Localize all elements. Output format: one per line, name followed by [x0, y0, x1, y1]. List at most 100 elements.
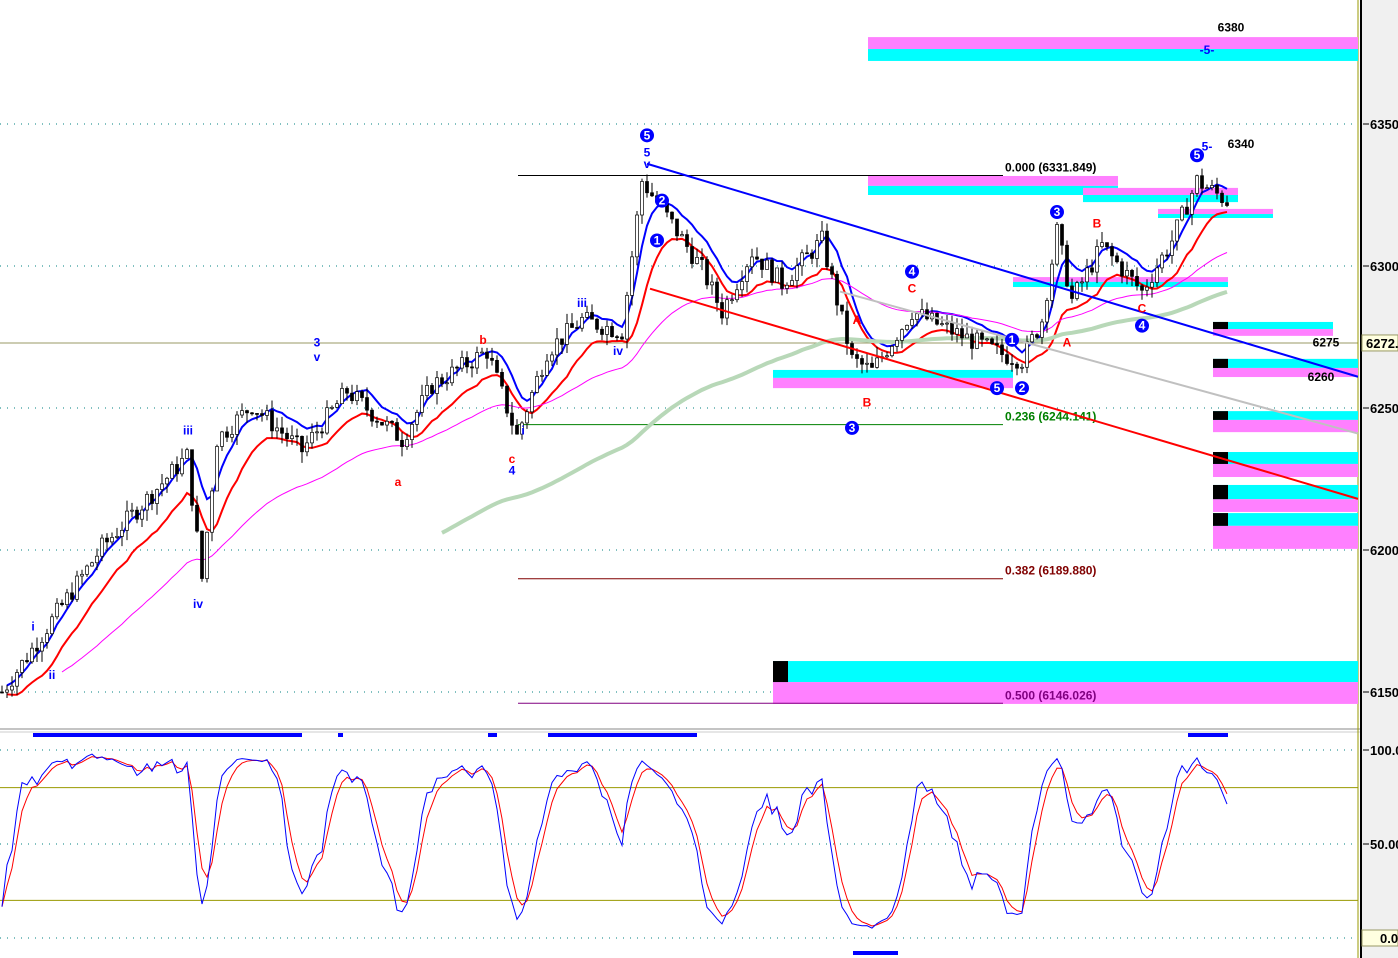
candle-body — [420, 395, 424, 413]
candle-body — [60, 602, 64, 605]
candle-body — [845, 310, 849, 344]
candle-body — [840, 304, 844, 312]
candle-body — [235, 414, 239, 435]
candle-body — [710, 281, 714, 286]
candle-body — [155, 489, 159, 504]
candle-body — [285, 432, 289, 439]
wave-label: iii — [183, 424, 193, 438]
candle-body — [55, 602, 59, 618]
wave-label: 5 — [1194, 148, 1201, 162]
candle-body — [605, 326, 609, 335]
candle-body — [1130, 270, 1134, 277]
wave-label: a — [395, 475, 402, 489]
candle-body — [1090, 267, 1094, 273]
candle-body — [530, 392, 534, 413]
wave-label: 5 — [994, 381, 1001, 395]
candle-body — [295, 435, 299, 438]
candle-body — [1005, 354, 1009, 364]
candle-body — [965, 333, 969, 339]
zone-band — [1013, 277, 1228, 282]
candle-body — [780, 267, 784, 289]
candle-body — [340, 388, 344, 405]
candle-body — [1170, 240, 1174, 256]
candle-body — [100, 537, 104, 557]
wave-label: C — [908, 282, 917, 296]
candle-body — [1180, 206, 1184, 221]
candle-body — [410, 423, 414, 440]
candle-body — [380, 421, 384, 426]
stoch-tick-label: 100.0 — [1370, 743, 1398, 758]
candle-body — [860, 358, 864, 365]
candle-body — [395, 422, 399, 441]
candle-body — [1015, 363, 1019, 369]
candle-body — [750, 256, 754, 268]
wave-label: A — [1063, 336, 1072, 350]
candle-body — [160, 483, 164, 490]
candle-body — [500, 372, 504, 387]
candle-body — [975, 332, 979, 349]
zone-block — [1213, 513, 1228, 526]
candle-body — [1140, 285, 1144, 291]
candle-body — [1220, 192, 1224, 203]
candle-body — [915, 313, 919, 320]
candle-body — [115, 536, 119, 538]
candle-body — [545, 360, 549, 376]
wave-label: 6340 — [1228, 137, 1255, 151]
candle-body — [425, 385, 429, 396]
candle-body — [630, 256, 634, 296]
candle-body — [1175, 219, 1179, 242]
candle-body — [460, 357, 464, 369]
candle-body — [1165, 254, 1169, 257]
wave-label: 5 — [644, 128, 651, 142]
candle-body — [505, 385, 509, 414]
candle-body — [45, 633, 49, 643]
zone-band — [773, 661, 1358, 683]
candle-body — [165, 477, 169, 485]
candle-body — [120, 529, 124, 537]
candle-body — [355, 391, 359, 402]
candle-body — [1120, 261, 1124, 277]
candle-body — [735, 289, 739, 301]
wave-label: 2 — [1019, 381, 1026, 395]
candle-body — [1150, 282, 1154, 288]
price-chart[interactable]: 0.000 (6331.849)0.236 (6244.141)0.382 (6… — [0, 0, 1398, 958]
candle-body — [405, 439, 409, 448]
candle-body — [1225, 202, 1229, 206]
candle-body — [50, 616, 54, 635]
candle-body — [1095, 246, 1099, 273]
candle-body — [270, 410, 274, 432]
candle-body — [565, 323, 569, 345]
candle-body — [335, 403, 339, 408]
candle-body — [145, 493, 149, 511]
candle-body — [210, 490, 214, 533]
zone-band — [868, 49, 1358, 61]
candle-body — [150, 493, 154, 504]
candle-body — [800, 252, 804, 267]
candle-body — [125, 510, 129, 531]
candle-body — [310, 432, 314, 444]
candle-body — [135, 509, 139, 520]
candle-body — [65, 592, 69, 605]
candle-body — [865, 362, 869, 365]
candle-body — [345, 388, 349, 394]
candle-body — [105, 537, 109, 543]
candle-body — [1100, 242, 1104, 247]
candle-body — [290, 435, 294, 439]
wave-label: iv — [193, 597, 203, 611]
candle-body — [435, 377, 439, 394]
zone-band — [868, 185, 1118, 195]
candle-body — [600, 328, 604, 335]
zone-band — [868, 175, 1118, 186]
zones — [773, 37, 1358, 704]
candle-body — [725, 299, 729, 319]
candle-body — [1080, 281, 1084, 284]
candle-body — [1215, 185, 1219, 194]
candle-body — [1190, 192, 1194, 215]
candle-body — [885, 355, 889, 358]
current-price-label: 6272. — [1366, 336, 1398, 351]
candle-body — [730, 299, 734, 302]
wave-label: 2 — [659, 194, 666, 208]
candle-body — [715, 281, 719, 303]
candle-body — [1075, 282, 1079, 299]
candle-body — [110, 537, 114, 543]
